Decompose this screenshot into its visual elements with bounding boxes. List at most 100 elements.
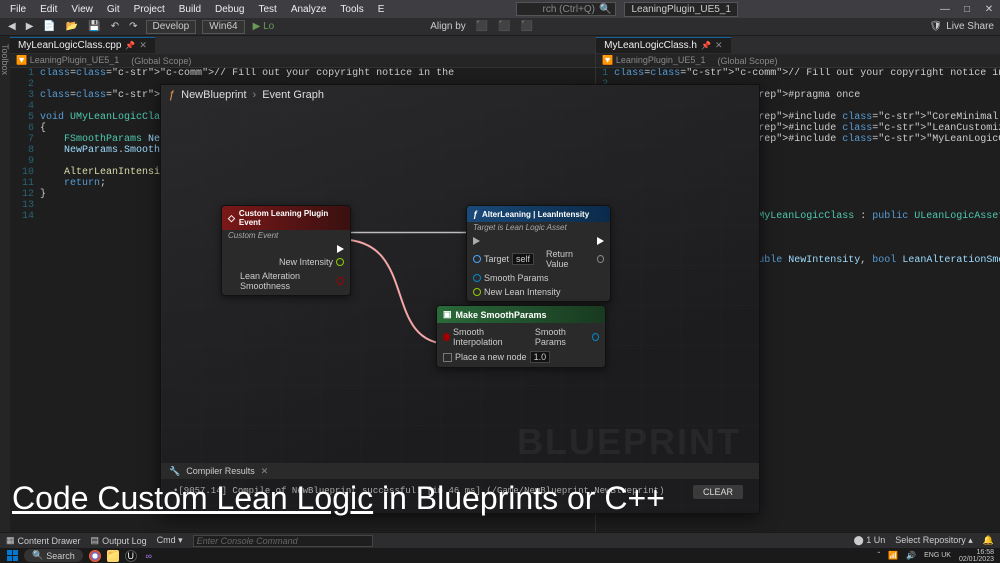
menu-view[interactable]: View (65, 2, 99, 17)
pin-icon[interactable]: 📌 (701, 41, 711, 50)
live-share-button[interactable]: Live Share (946, 21, 994, 32)
menu-test[interactable]: Test (252, 2, 282, 17)
struct-icon: ▣ (443, 309, 452, 320)
input-pin[interactable]: New Lean Intensity (473, 287, 561, 297)
menu-git[interactable]: Git (101, 2, 126, 17)
target-pin[interactable]: Target self (473, 249, 534, 269)
breadcrumb-blueprint[interactable]: NewBlueprint (181, 89, 246, 101)
return-pin[interactable]: Return Value (546, 249, 604, 269)
breadcrumb-graph[interactable]: Event Graph (262, 89, 324, 101)
blueprint-breadcrumb: ƒ NewBlueprint › Event Graph (161, 85, 759, 105)
editor-tab-cpp[interactable]: MyLeanLogicClass.cpp 📌 ✕ (10, 37, 155, 53)
blueprint-watermark: BLUEPRINT (517, 421, 741, 463)
unsaved-indicator[interactable]: ⬤ 1 Un (854, 535, 886, 546)
menu-tools[interactable]: Tools (334, 2, 369, 17)
clear-button[interactable]: CLEAR (693, 485, 743, 499)
explorer-icon[interactable]: 📁 (107, 550, 119, 562)
start-button[interactable] (6, 550, 18, 562)
tray-chevron-icon[interactable]: ˆ (878, 551, 881, 560)
unreal-icon[interactable]: U (125, 550, 137, 562)
maximize-button[interactable]: □ (960, 4, 974, 15)
menu-file[interactable]: File (4, 2, 32, 17)
wifi-icon[interactable]: 📶 (888, 551, 898, 560)
exec-out-pin[interactable] (337, 245, 344, 253)
input-pin[interactable]: Smooth Params (473, 273, 549, 283)
bell-icon[interactable]: 🔔 (983, 535, 994, 546)
content-drawer-button[interactable]: ▦Content Drawer (6, 535, 81, 546)
menu-build[interactable]: Build (173, 2, 207, 17)
close-icon[interactable]: ✕ (715, 40, 723, 51)
project-scope-dropdown[interactable]: 🔽 LeaningPlugin_UE5_1 (16, 55, 119, 66)
select-repo-dropdown[interactable]: Select Repository ▴ (895, 535, 973, 546)
main-toolbar: ◀ ▶ 📄 📂 💾 ↶ ↷ Develop Win64 ▶ Lo Align b… (0, 18, 1000, 36)
output-pin[interactable]: Smooth Params (535, 327, 599, 347)
blueprint-graph-panel: ƒ NewBlueprint › Event Graph BLUEPRINT ◇… (160, 84, 760, 514)
open-icon[interactable]: 📂 (64, 21, 80, 32)
drawer-icon: ▦ (6, 535, 15, 546)
menu-project[interactable]: Project (128, 2, 171, 17)
align-left-icon[interactable]: ⬛ (474, 21, 490, 32)
project-scope-dropdown[interactable]: 🔽 LeaningPlugin_UE5_1 (602, 55, 705, 66)
menu-analyze[interactable]: Analyze (285, 2, 333, 17)
search-icon: 🔍 (32, 550, 43, 561)
quick-search-input[interactable]: rch (Ctrl+Q) 🔍 (516, 2, 616, 16)
chevron-right-icon: › (253, 89, 257, 101)
menu-debug[interactable]: Debug (209, 2, 250, 17)
menu-e[interactable]: E (372, 2, 391, 17)
bp-node-make-smoothparams[interactable]: ▣ Make SmoothParams Smooth Interpolation… (436, 305, 606, 368)
redo-icon[interactable]: ↷ (127, 21, 139, 32)
solution-name-dropdown[interactable]: LeaningPlugin_UE5_1 (624, 2, 738, 17)
save-icon[interactable]: 💾 (86, 21, 102, 32)
undo-icon[interactable]: ↶ (109, 21, 121, 32)
global-scope-dropdown[interactable]: (Global Scope) (131, 56, 191, 66)
bp-node-custom-event[interactable]: ◇ Custom Leaning Plugin Event Custom Eve… (221, 205, 351, 296)
chrome-icon[interactable] (89, 550, 101, 562)
visual-studio-icon[interactable]: ∞ (143, 550, 155, 562)
main-menu: FileEditViewGitProjectBuildDebugTestAnal… (4, 2, 516, 17)
taskbar-search[interactable]: 🔍Search (24, 549, 83, 562)
ide-admin-icon[interactable]: 🛡 (929, 21, 942, 32)
search-icon: 🔍 (599, 4, 611, 15)
exec-in-pin[interactable] (473, 237, 480, 245)
close-icon[interactable]: ✕ (261, 466, 269, 477)
align-label[interactable]: Align by (428, 21, 468, 32)
volume-icon[interactable]: 🔊 (906, 551, 916, 560)
pin-icon[interactable]: 📌 (125, 41, 135, 50)
close-button[interactable]: ✕ (982, 4, 996, 15)
run-button[interactable]: ▶ Lo (251, 21, 277, 32)
forward-button[interactable]: ▶ (24, 21, 36, 32)
minimize-button[interactable]: — (938, 4, 952, 15)
close-icon[interactable]: ✕ (139, 40, 147, 51)
input-pin[interactable]: Smooth Interpolation (443, 327, 523, 347)
bottom-dock: ▦Content Drawer ▤Output Log Cmd ▾ Enter … (0, 532, 1000, 548)
align-right-icon[interactable]: ⬛ (519, 21, 535, 32)
bp-node-alter-lean[interactable]: ƒ AlterLeaning | LeanIntensity Target is… (466, 205, 611, 302)
console-command-input[interactable]: Enter Console Command (193, 535, 373, 547)
global-scope-dropdown[interactable]: (Global Scope) (717, 56, 777, 66)
platform-dropdown[interactable]: Win64 (202, 20, 244, 34)
output-log-button[interactable]: ▤Output Log (91, 535, 147, 546)
config-dropdown[interactable]: Develop (146, 20, 197, 34)
compiler-icon: 🔧 (169, 466, 180, 477)
new-file-icon[interactable]: 📄 (41, 21, 57, 32)
compiler-results-tab[interactable]: 🔧 Compiler Results ✕ (161, 463, 759, 479)
toolbox-panel-collapsed[interactable]: Toolbox (0, 36, 10, 533)
editor-tab-h[interactable]: MyLeanLogicClass.h 📌 ✕ (596, 37, 730, 53)
output-pin[interactable]: New Intensity (279, 257, 344, 267)
search-placeholder: rch (Ctrl+Q) (543, 4, 596, 15)
cmd-dropdown[interactable]: Cmd ▾ (157, 535, 183, 546)
input-pin[interactable]: Place a new node 1.0 (443, 351, 550, 363)
windows-taskbar: 🔍Search 📁 U ∞ ˆ 📶 🔊 ENG UK 16:5802/01/20… (0, 548, 1000, 563)
event-icon: ◇ (228, 213, 235, 224)
exec-out-pin[interactable] (597, 237, 604, 245)
language-indicator[interactable]: ENG UK (924, 552, 951, 559)
align-center-icon[interactable]: ⬛ (496, 21, 512, 32)
title-bar: FileEditViewGitProjectBuildDebugTestAnal… (0, 0, 1000, 18)
clock[interactable]: 16:5802/01/2023 (959, 549, 994, 563)
back-button[interactable]: ◀ (6, 21, 18, 32)
function-icon: ƒ (169, 89, 175, 101)
menu-edit[interactable]: Edit (34, 2, 63, 17)
overlay-caption: Code Custom Lean Logic in Blueprints or … (12, 480, 665, 517)
log-icon: ▤ (91, 535, 100, 546)
output-pin[interactable]: Lean Alteration Smoothness (240, 271, 344, 291)
